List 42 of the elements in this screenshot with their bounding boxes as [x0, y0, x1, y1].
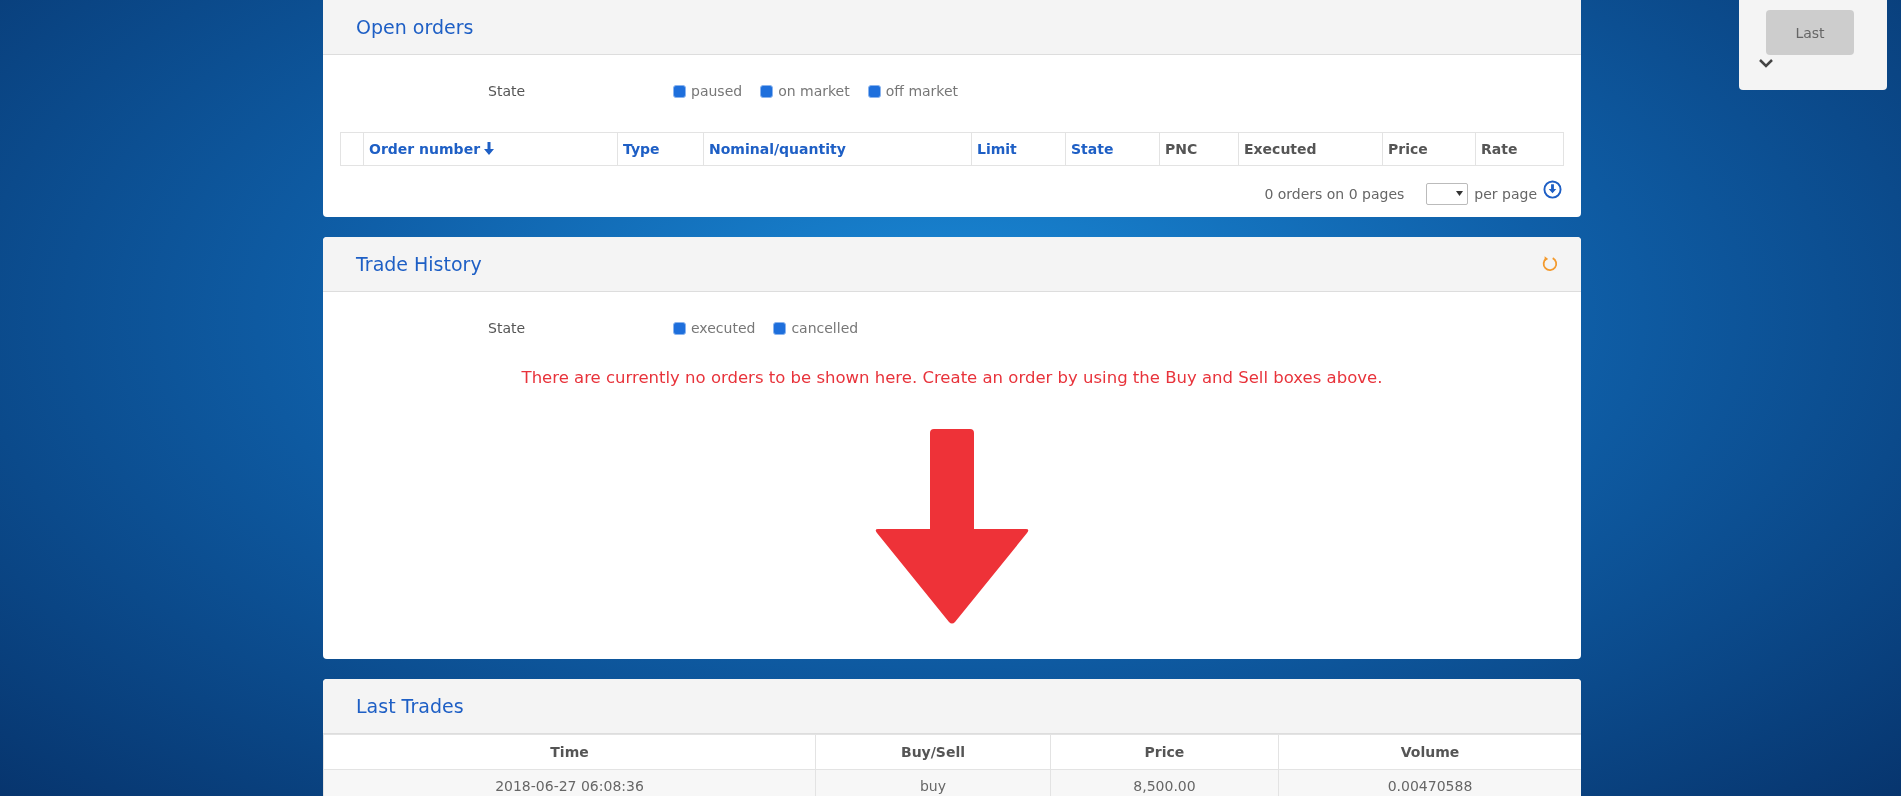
table-header-cell	[340, 132, 364, 166]
column-header: Price	[1050, 734, 1279, 770]
checkbox-label[interactable]: off market	[885, 83, 959, 99]
panel-title: Last Trades	[356, 695, 464, 717]
panel-title: Open orders	[356, 16, 474, 38]
checkbox-label[interactable]: cancelled	[791, 320, 859, 336]
column-header: Time	[323, 734, 816, 770]
filter-label: State	[488, 83, 527, 99]
down-arrow-icon	[874, 429, 1030, 625]
column-header[interactable]: Order number	[363, 132, 618, 166]
checkbox[interactable]	[773, 321, 787, 335]
download-icon[interactable]	[1543, 180, 1562, 199]
checkbox-label[interactable]: on market	[778, 83, 850, 99]
empty-message: There are currently no orders to be shown here. Create an order by using the Buy and Sell boxes above.	[520, 368, 1384, 387]
table-cell: buy	[815, 769, 1051, 796]
pagination-summary: 0 orders on 0 pages	[1264, 185, 1405, 202]
column-header: Price	[1382, 132, 1476, 166]
checkbox[interactable]	[673, 321, 686, 335]
per-page-label: per page	[1474, 185, 1537, 202]
column-header[interactable]: Limit	[971, 132, 1066, 166]
column-header[interactable]: State	[1065, 132, 1160, 166]
last-button[interactable]: Last	[1766, 10, 1854, 55]
table-cell: 0.00470588	[1278, 769, 1581, 796]
checkbox-label[interactable]: executed	[691, 320, 756, 336]
table-cell: 8,500.00	[1050, 769, 1279, 796]
table-cell: 2018-06-27 06:08:36	[323, 769, 816, 796]
chevron-down-icon[interactable]	[1759, 59, 1773, 68]
checkbox-label[interactable]: paused	[691, 83, 743, 99]
checkbox[interactable]	[673, 84, 686, 98]
sort-down-arrow-icon	[484, 142, 495, 155]
column-header: Executed	[1238, 132, 1383, 166]
column-header[interactable]: Type	[617, 132, 704, 166]
checkbox[interactable]	[867, 84, 881, 98]
column-header[interactable]: Nominal/quantity	[703, 132, 972, 166]
panel-title: Trade History	[356, 253, 482, 275]
column-header: Rate	[1475, 132, 1564, 166]
filter-label: State	[488, 320, 527, 336]
caret-icon	[1456, 191, 1464, 196]
column-header: Buy/Sell	[815, 734, 1051, 770]
checkbox[interactable]	[760, 84, 774, 98]
column-header: PNC	[1159, 132, 1239, 166]
column-header: Volume	[1278, 734, 1581, 770]
